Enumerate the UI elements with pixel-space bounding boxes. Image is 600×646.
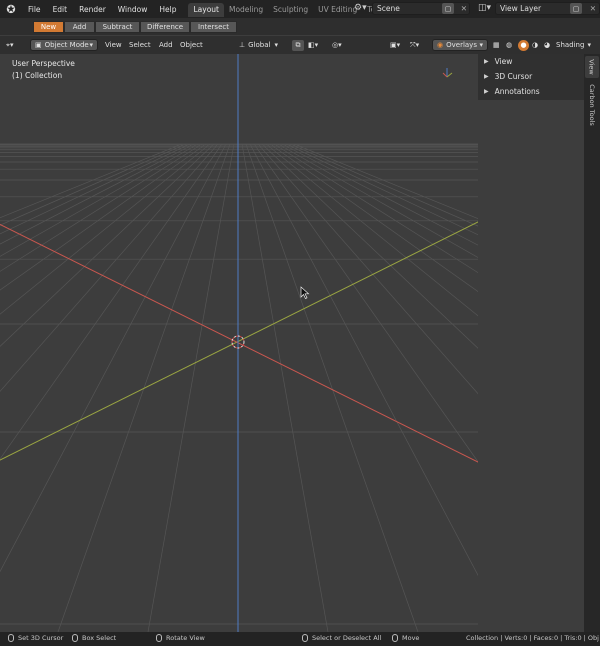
status-text: Box Select (82, 634, 117, 642)
scene-field[interactable]: Scene ▢ ✕ (372, 2, 470, 15)
view-layer-field[interactable]: View Layer ▢ ✕ (495, 2, 600, 15)
close-icon[interactable]: ✕ (590, 4, 596, 13)
top-bar: ✪ File Edit Render Window Help Layout Mo… (0, 0, 600, 18)
scene-icon[interactable]: ⚙▾ (354, 3, 367, 13)
shading-label: Shading (556, 41, 585, 49)
expand-icon: ▶ (484, 58, 489, 65)
tab-sculpting[interactable]: Sculpting (268, 3, 313, 17)
menu-render[interactable]: Render (73, 5, 112, 14)
status-middle: Rotate View (156, 634, 205, 642)
chevron-down-icon: ▾ (479, 41, 483, 49)
mode-new-button[interactable]: New (33, 21, 64, 33)
tab-label: Carbon Tools (588, 84, 596, 126)
panel-label: View (494, 57, 513, 66)
shading-solid-icon[interactable]: ● (518, 39, 529, 51)
status-text: Set 3D Cursor (18, 634, 64, 642)
status-left-click: Set 3D Cursor (8, 634, 63, 642)
menu-object[interactable]: Object (180, 39, 203, 51)
menu-window[interactable]: Window (112, 5, 154, 14)
panel-view[interactable]: ▶ View (478, 54, 584, 69)
status-drag: Box Select (72, 634, 116, 642)
mouse-left-icon (8, 634, 14, 642)
view-perspective-label: User Perspective (12, 59, 75, 68)
sidebar-tabs: View Carbon Tools (584, 54, 600, 632)
panel-label: 3D Cursor (494, 72, 533, 81)
mode-add-button[interactable]: Add (64, 21, 95, 33)
status-text: Move (402, 634, 420, 642)
close-icon[interactable]: ✕ (461, 4, 467, 13)
copy-icon[interactable]: ▢ (570, 3, 582, 14)
sidebar-panel: ▶ View ▶ 3D Cursor ▶ Annotations (478, 54, 584, 100)
menu-add[interactable]: Add (159, 39, 173, 51)
expand-icon: ▶ (484, 88, 489, 95)
expand-icon: ▶ (484, 73, 489, 80)
shading-material-icon[interactable]: ◑ (532, 39, 538, 51)
viewport-grid (0, 54, 478, 632)
chevron-down-icon: ▾ (274, 41, 278, 49)
tab-label: View (588, 59, 596, 75)
shading-dropdown[interactable]: Shading ▾ (556, 39, 591, 51)
scene-statistics: Collection | Verts:0 | Faces:0 | Tris:0 … (466, 634, 599, 642)
view-layer-name: View Layer (500, 4, 542, 13)
proportional-edit-icon[interactable]: ◎▾ (332, 39, 342, 51)
copy-icon[interactable]: ▢ (442, 3, 454, 14)
visibility-dropdown[interactable]: ▣▾ (390, 39, 400, 51)
chevron-down-icon: ▾ (89, 41, 93, 49)
blender-logo-icon[interactable]: ✪ (0, 3, 22, 16)
collection-label: (1) Collection (12, 71, 63, 80)
mouse-middle-icon (156, 634, 162, 642)
status-text: Rotate View (166, 634, 205, 642)
menu-select[interactable]: Select (129, 39, 151, 51)
tab-view[interactable]: View (585, 56, 599, 78)
editor-type-icon[interactable]: ⌖▾ (6, 39, 13, 51)
menu-view[interactable]: View (105, 39, 122, 51)
menu-file[interactable]: File (22, 5, 47, 14)
status-move: Move (392, 634, 419, 642)
navigation-gizmo-icon[interactable] (442, 68, 453, 78)
overlays-icon: ◉ (437, 41, 444, 49)
viewport-header: ⌖▾ ▣ Object Mode ▾ View Select Add Objec… (0, 36, 600, 54)
mode-dropdown[interactable]: ▣ Object Mode ▾ (30, 39, 98, 51)
overlays-label: Overlays (446, 41, 477, 49)
menu-help[interactable]: Help (153, 5, 182, 14)
mode-difference-button[interactable]: Difference (140, 21, 190, 33)
object-mode-icon: ▣ (35, 41, 42, 49)
y-axis-line (0, 221, 478, 461)
mode-label: Object Mode (44, 41, 89, 49)
orientation-icon: ⊥ (239, 41, 246, 49)
menu-edit[interactable]: Edit (47, 5, 74, 14)
gizmo-icon[interactable]: ⤧▾ (410, 39, 419, 51)
tab-carbon-tools[interactable]: Carbon Tools (585, 80, 599, 130)
status-bar: Set 3D Cursor Box Select Rotate View Sel… (0, 632, 600, 646)
snap-icon[interactable]: ⧉ (292, 39, 304, 51)
snap-target-dropdown[interactable]: ◧▾ (308, 39, 318, 51)
view-layer-icon[interactable]: ◫▾ (478, 3, 491, 13)
status-select: Select or Deselect All (302, 634, 381, 642)
tab-modeling[interactable]: Modeling (224, 3, 268, 17)
status-text: Select or Deselect All (312, 634, 382, 642)
mode-intersect-button[interactable]: Intersect (190, 21, 237, 33)
transform-orientation-dropdown[interactable]: ⊥ Global ▾ (239, 39, 278, 51)
overlays-dropdown[interactable]: ◉ Overlays ▾ (432, 39, 488, 51)
shading-rendered-icon[interactable]: ◕ (544, 39, 550, 51)
panel-annotations[interactable]: ▶ Annotations (478, 84, 584, 99)
mouse-move-icon (392, 634, 398, 642)
mode-subtract-button[interactable]: Subtract (95, 21, 140, 33)
mouse-pointer-icon (300, 286, 310, 299)
panel-3d-cursor[interactable]: ▶ 3D Cursor (478, 69, 584, 84)
shading-wireframe-icon[interactable]: ◍ (506, 39, 512, 51)
mouse-right-icon (302, 634, 308, 642)
scene-name: Scene (377, 4, 400, 13)
3d-viewport[interactable]: User Perspective (1) Collection (0, 54, 478, 632)
chevron-down-icon: ▾ (587, 41, 591, 49)
mouse-drag-icon (72, 634, 78, 642)
orientation-label: Global (248, 41, 271, 49)
panel-label: Annotations (494, 87, 540, 96)
tab-layout[interactable]: Layout (188, 3, 224, 17)
xray-icon[interactable]: ▦ (493, 39, 500, 51)
